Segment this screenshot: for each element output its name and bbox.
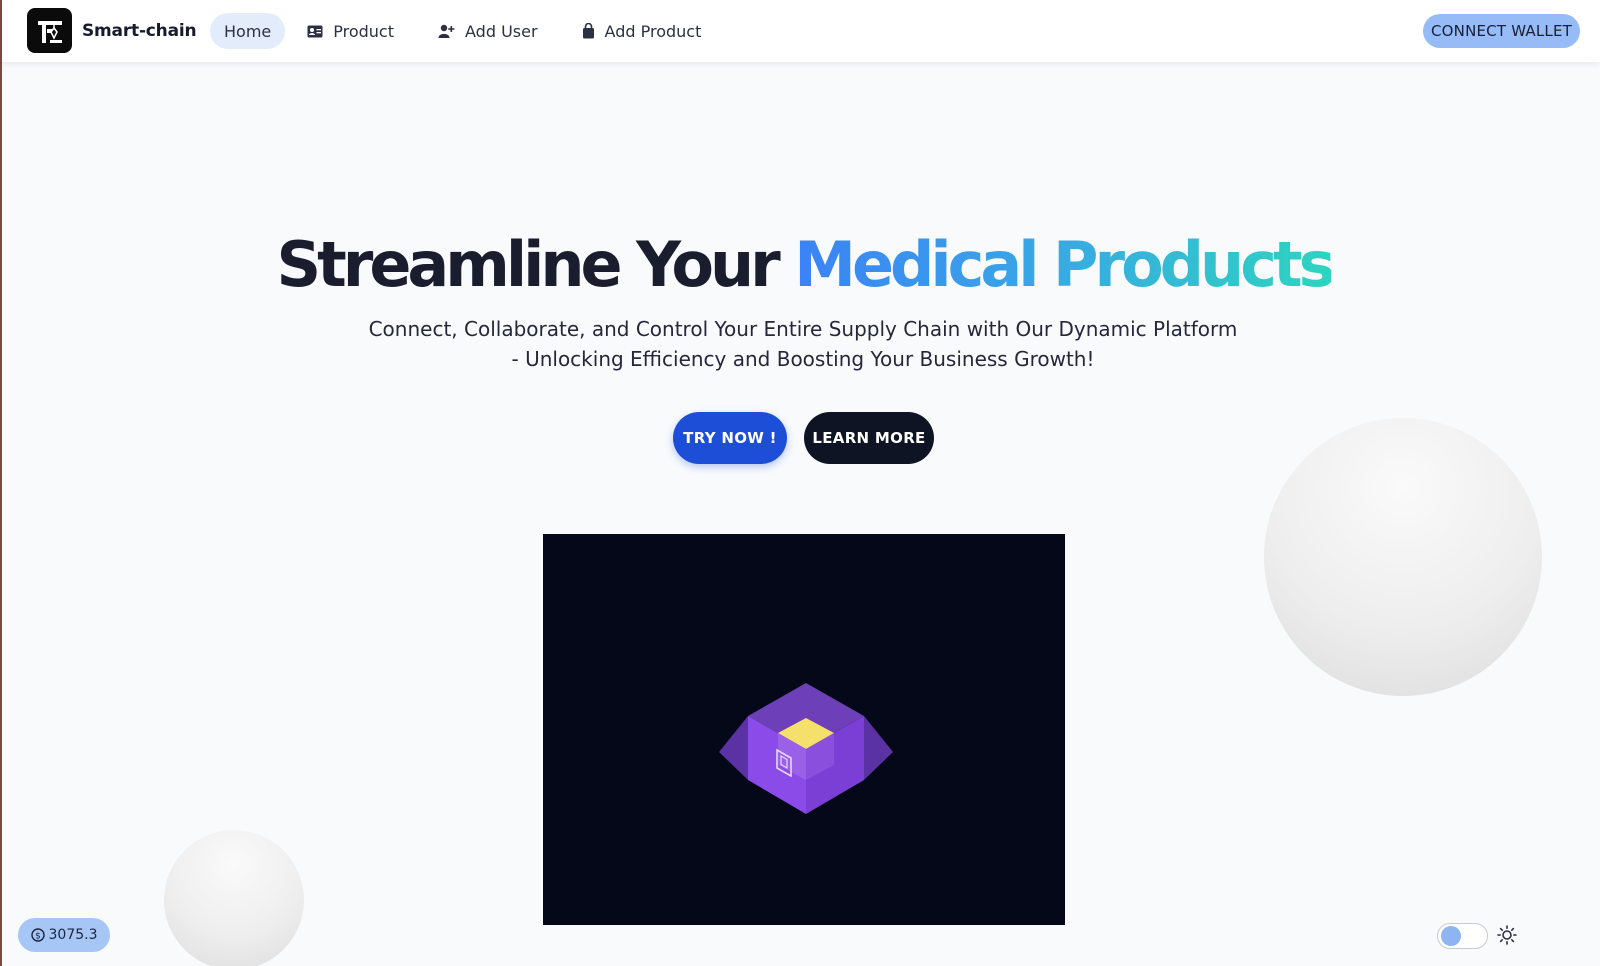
user-plus-icon: [438, 24, 455, 38]
nav-item-add-product[interactable]: Add Product: [568, 13, 716, 49]
nav-item-add-user[interactable]: Add User: [424, 13, 552, 49]
connect-wallet-button[interactable]: CONNECT WALLET: [1423, 14, 1580, 48]
try-now-button[interactable]: TRY NOW !: [673, 412, 787, 464]
shopping-bag-icon: [582, 23, 594, 39]
nav-item-product[interactable]: Product: [293, 13, 408, 49]
sun-icon[interactable]: [1497, 925, 1517, 945]
nav-item-label: Product: [333, 21, 394, 41]
decorative-sphere: [164, 830, 304, 966]
hero-subtitle: Connect, Collaborate, and Control Your E…: [360, 314, 1246, 374]
dollar-circle-icon: $: [30, 928, 45, 942]
svg-text:$: $: [35, 932, 41, 942]
brand[interactable]: Smart-chain: [27, 8, 197, 53]
hero-title-part1: Streamline Your: [276, 228, 795, 301]
hero-video[interactable]: [543, 534, 1065, 925]
hero-subtitle-line2: - Unlocking Efficiency and Boosting Your…: [511, 347, 1095, 371]
nav-item-label: Home: [224, 21, 272, 41]
window-left-edge: [0, 0, 2, 966]
decorative-sphere: [1264, 418, 1542, 696]
learn-more-button[interactable]: LEARN MORE: [804, 412, 934, 464]
main-nav: Home Product Add User Add Product: [210, 13, 723, 49]
top-navbar: Smart-chain Home Product Add User Add Pr…: [2, 0, 1600, 62]
wallet-balance-badge: $ 3075.3: [18, 918, 110, 952]
nav-item-label: Add Product: [604, 21, 702, 41]
brand-name: Smart-chain: [82, 20, 197, 41]
wallet-balance-value: 3075.3: [48, 927, 98, 943]
theme-toggle-knob: [1441, 926, 1461, 946]
open-box-animation-icon: [719, 683, 893, 814]
hero-subtitle-line1: Connect, Collaborate, and Control Your E…: [368, 317, 1238, 341]
nav-item-label: Add User: [465, 21, 538, 41]
hero-title: Streamline Your Medical Products: [0, 228, 1600, 301]
id-card-icon: [307, 25, 323, 37]
nav-item-home[interactable]: Home: [210, 13, 286, 49]
crane-chain-logo-icon: [27, 8, 72, 53]
hero-title-highlight: Medical Products: [794, 228, 1335, 301]
theme-toggle[interactable]: [1437, 923, 1488, 949]
